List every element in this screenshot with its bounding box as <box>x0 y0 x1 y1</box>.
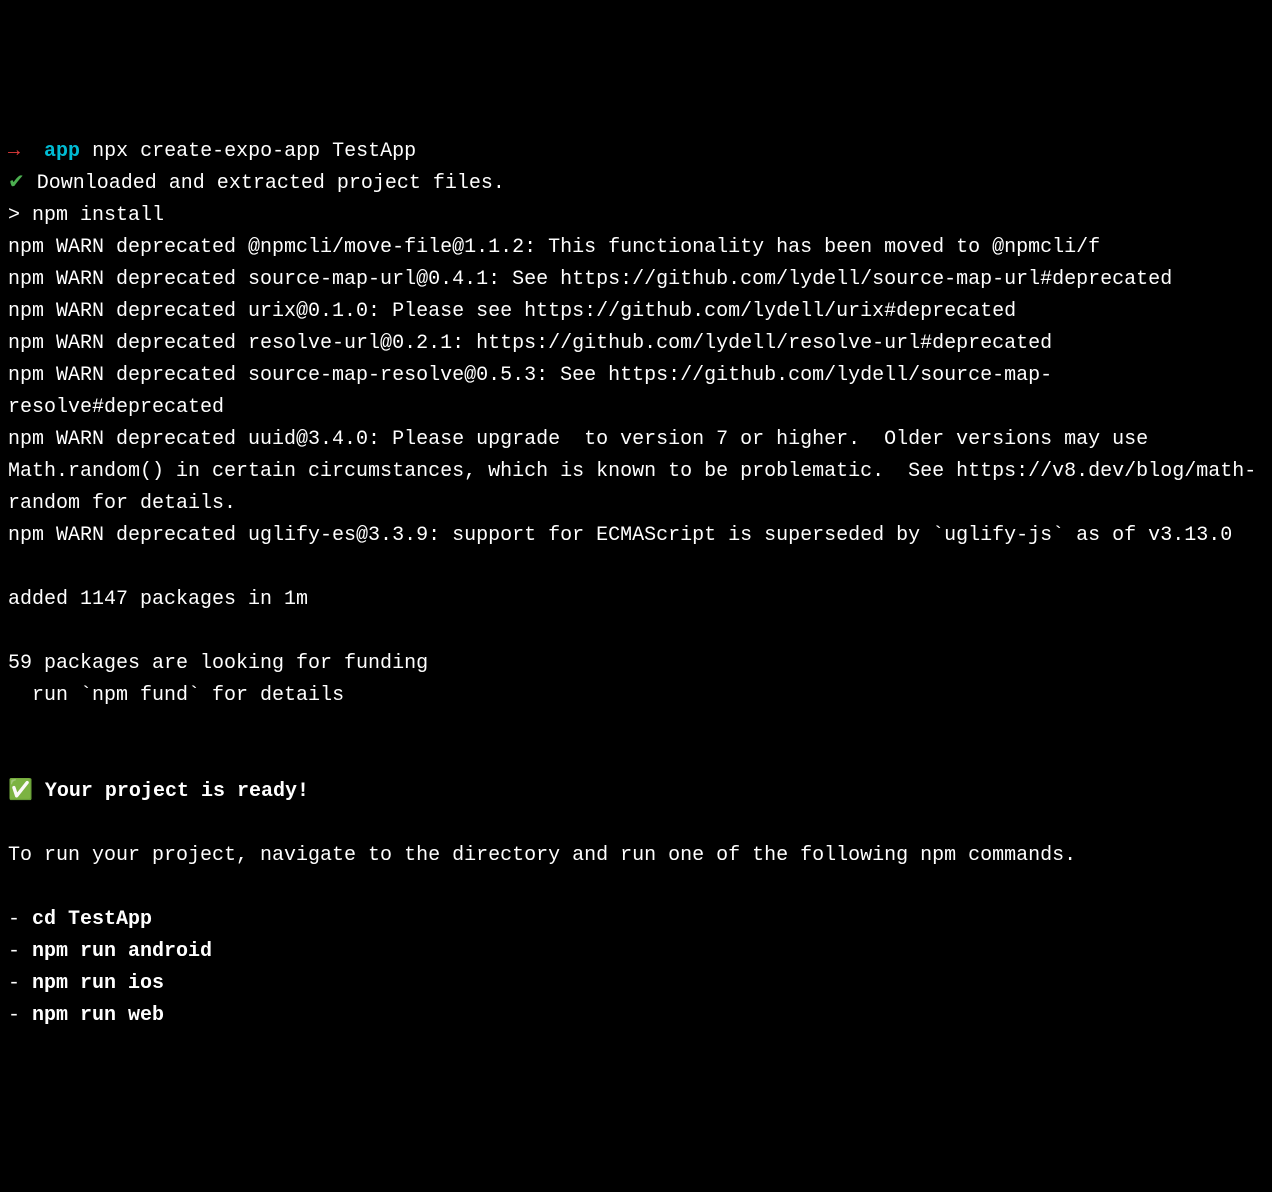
blank-line <box>8 872 1264 904</box>
command-list-item: - npm run web <box>8 1000 1264 1032</box>
blank-line <box>8 552 1264 584</box>
bullet: - <box>8 908 32 931</box>
ready-text: Your project is ready! <box>45 780 309 803</box>
blank-line <box>8 744 1264 776</box>
funding-line-2: run `npm fund` for details <box>8 680 1264 712</box>
command-text: npm run ios <box>32 972 164 995</box>
warning-line: npm WARN deprecated urix@0.1.0: Please s… <box>8 296 1264 328</box>
check-icon: ✔ <box>8 172 25 195</box>
blank-line <box>8 712 1264 744</box>
download-line: ✔ Downloaded and extracted project files… <box>8 168 1264 200</box>
bullet: - <box>8 1004 32 1027</box>
npm-install-line: > npm install <box>8 200 1264 232</box>
prompt-command: npx create-expo-app TestApp <box>92 140 416 163</box>
warning-line: npm WARN deprecated uuid@3.4.0: Please u… <box>8 424 1264 520</box>
command-list-item: - npm run android <box>8 936 1264 968</box>
warning-line: npm WARN deprecated source-map-resolve@0… <box>8 360 1264 424</box>
added-packages-line: added 1147 packages in 1m <box>8 584 1264 616</box>
terminal-output[interactable]: → app npx create-expo-app TestApp✔ Downl… <box>8 136 1264 1032</box>
command-text: npm run web <box>32 1004 164 1027</box>
command-list-item: - npm run ios <box>8 968 1264 1000</box>
instructions-line: To run your project, navigate to the dir… <box>8 840 1264 872</box>
warning-line: npm WARN deprecated source-map-url@0.4.1… <box>8 264 1264 296</box>
command-list-item: - cd TestApp <box>8 904 1264 936</box>
warning-line: npm WARN deprecated @npmcli/move-file@1.… <box>8 232 1264 264</box>
warning-line: npm WARN deprecated resolve-url@0.2.1: h… <box>8 328 1264 360</box>
warning-line: npm WARN deprecated uglify-es@3.3.9: sup… <box>8 520 1264 552</box>
blank-line <box>8 616 1264 648</box>
bullet: - <box>8 940 32 963</box>
prompt-arrow-icon: → <box>8 140 20 163</box>
check-emoji-icon: ✅ <box>8 776 33 808</box>
funding-line-1: 59 packages are looking for funding <box>8 648 1264 680</box>
bullet: - <box>8 972 32 995</box>
blank-line <box>8 808 1264 840</box>
command-text: cd TestApp <box>32 908 152 931</box>
download-text: Downloaded and extracted project files. <box>37 172 505 195</box>
prompt-line: → app npx create-expo-app TestApp <box>8 136 1264 168</box>
prompt-cwd: app <box>44 140 80 163</box>
command-text: npm run android <box>32 940 212 963</box>
ready-line: ✅ Your project is ready! <box>8 776 1264 808</box>
